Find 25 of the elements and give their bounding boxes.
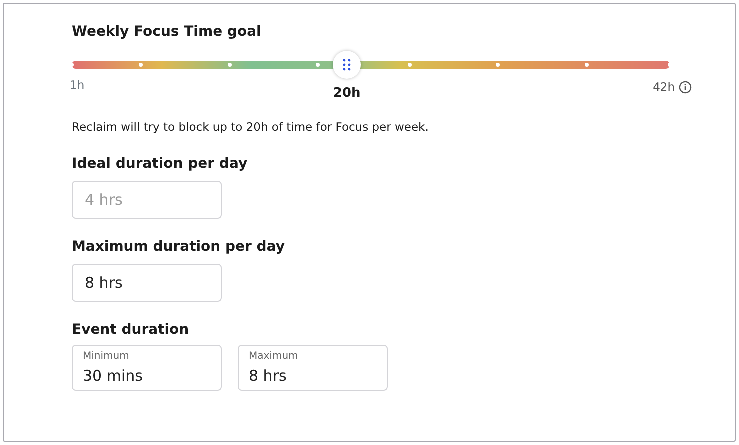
tick-mark: [408, 62, 412, 67]
value-label: 20h: [333, 84, 361, 103]
slider-thumb[interactable]: [333, 50, 362, 79]
min-label: 1h: [70, 76, 85, 94]
input-field[interactable]: 8 hrs: [72, 264, 222, 302]
tick-mark: [228, 62, 232, 67]
tick-mark: [584, 62, 589, 67]
field-label: Maximum duration per day: [72, 238, 286, 258]
floating-label: Maximum: [249, 350, 300, 364]
description-text: Reclaim will try to block up to 20h of time for Focus per week.: [72, 118, 430, 136]
tick-mark: [316, 62, 320, 67]
input-field[interactable]: 4 hrs: [72, 181, 222, 220]
floating-label: Minimum: [83, 350, 130, 364]
input-field[interactable]: Maximum 8 hrs: [238, 345, 388, 392]
slider-track[interactable]: [72, 50, 670, 79]
tick-mark: [668, 62, 672, 67]
input-field[interactable]: Minimum 30 mins: [72, 345, 222, 392]
tick-mark: [496, 62, 500, 67]
tick-mark: [70, 62, 74, 67]
max-label: 42h: [653, 78, 675, 96]
field-label: Event duration: [72, 321, 190, 340]
tick-mark: [139, 62, 144, 67]
section-title: Weekly Focus Time goal: [72, 24, 262, 41]
info-icon[interactable]: [679, 81, 692, 94]
field-label: Ideal duration per day: [72, 155, 249, 174]
